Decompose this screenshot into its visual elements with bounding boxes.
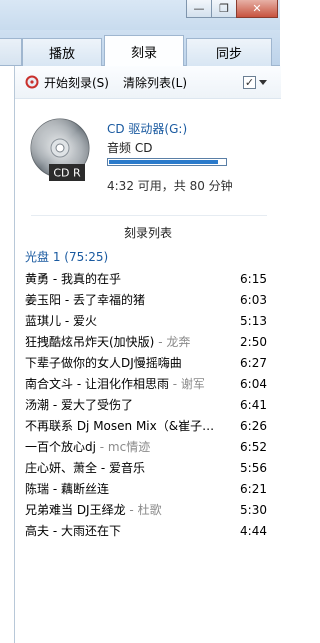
track-row[interactable]: 不再联系 Dj Mosen Mix（&崔子… 6:26 bbox=[25, 416, 269, 437]
track-name: 姜玉阳 - 丢了幸福的猪 bbox=[25, 293, 145, 307]
track-name: 兄弟难当 DJ王绎龙 bbox=[25, 503, 126, 517]
tab-stub[interactable] bbox=[0, 38, 22, 65]
minimize-button[interactable]: — bbox=[186, 0, 212, 18]
burn-list-heading: 刻录列表 bbox=[123, 226, 172, 240]
disc-type: 音频 CD bbox=[107, 141, 153, 155]
track-title: 蓝琪儿 - 爱火 bbox=[25, 311, 97, 332]
track-title: 高夫 - 大雨还在下 bbox=[25, 521, 121, 542]
tab-bar: 播放 刻录 同步 bbox=[0, 30, 280, 66]
track-name: 不再联系 Dj Mosen Mix（&崔子… bbox=[25, 419, 215, 433]
cd-disc-icon: CD R bbox=[30, 118, 90, 181]
title-bar: — ❐ ✕ bbox=[0, 0, 280, 30]
burn-toolbar: 开始刻录(S) 清除列表(L) ✓ bbox=[15, 66, 281, 99]
cd-label-text: CD R bbox=[53, 167, 81, 180]
track-title: 黄勇 - 我真的在乎 bbox=[25, 269, 121, 290]
track-duration: 5:13 bbox=[240, 314, 267, 328]
track-duration: 2:50 bbox=[240, 335, 267, 349]
track-duration: 6:03 bbox=[240, 293, 267, 307]
track-duration: 4:44 bbox=[240, 524, 267, 538]
track-row[interactable]: 高夫 - 大雨还在下 4:44 bbox=[25, 521, 269, 542]
clear-list-button[interactable]: 清除列表(L) bbox=[123, 74, 187, 91]
track-title: 下辈子做你的女人DJ慢摇嗨曲 bbox=[25, 353, 182, 374]
disc-group-header[interactable]: 光盘 1 (75:25) bbox=[25, 248, 108, 265]
capacity-text: 4:32 可用，共 80 分钟 bbox=[107, 179, 233, 193]
tab-burn[interactable]: 刻录 bbox=[104, 35, 184, 66]
chevron-down-icon bbox=[259, 80, 267, 85]
track-name: 庄心妍、萧全 - 爱音乐 bbox=[25, 461, 145, 475]
track-artist: - 杜歌 bbox=[125, 503, 162, 517]
tab-play[interactable]: 播放 bbox=[22, 38, 102, 66]
capacity-bar-fill bbox=[109, 160, 218, 164]
close-button[interactable]: ✕ bbox=[236, 0, 278, 18]
restore-button[interactable]: ❐ bbox=[211, 0, 237, 18]
track-title: 兄弟难当 DJ王绎龙 - 杜歌 bbox=[25, 500, 162, 521]
track-artist: - 谢军 bbox=[168, 377, 205, 391]
track-title: 狂拽酷炫吊炸天(加快版) - 龙奔 bbox=[25, 332, 190, 353]
track-name: 南合文斗 - 让泪化作相思雨 bbox=[25, 377, 169, 391]
track-title: 庄心妍、萧全 - 爱音乐 bbox=[25, 458, 145, 479]
burn-panel: 开始刻录(S) 清除列表(L) ✓ CD R CD 驱动器(G:) 音频 CD … bbox=[14, 66, 281, 643]
track-artist: - mc情迹 bbox=[95, 440, 151, 454]
track-duration: 5:56 bbox=[240, 461, 267, 475]
track-name: 陈瑞 - 藕断丝连 bbox=[25, 482, 109, 496]
track-row[interactable]: 下辈子做你的女人DJ慢摇嗨曲 6:27 bbox=[25, 353, 269, 374]
burn-icon bbox=[25, 75, 39, 89]
track-duration: 5:30 bbox=[240, 503, 267, 517]
track-row[interactable]: 狂拽酷炫吊炸天(加快版) - 龙奔 2:50 bbox=[25, 332, 269, 353]
track-duration: 6:15 bbox=[240, 272, 267, 286]
track-name: 黄勇 - 我真的在乎 bbox=[25, 272, 121, 286]
track-title: 汤潮 - 爱大了受伤了 bbox=[25, 395, 133, 416]
checkbox-icon: ✓ bbox=[243, 76, 256, 89]
track-title: 陈瑞 - 藕断丝连 bbox=[25, 479, 109, 500]
track-row[interactable]: 庄心妍、萧全 - 爱音乐 5:56 bbox=[25, 458, 269, 479]
track-row[interactable]: 陈瑞 - 藕断丝连 6:21 bbox=[25, 479, 269, 500]
track-name: 高夫 - 大雨还在下 bbox=[25, 524, 121, 538]
start-burn-button[interactable]: 开始刻录(S) bbox=[44, 74, 109, 91]
tab-sync[interactable]: 同步 bbox=[186, 38, 272, 66]
track-title: 一百个放心dj - mc情迹 bbox=[25, 437, 150, 458]
track-title: 姜玉阳 - 丢了幸福的猪 bbox=[25, 290, 145, 311]
track-duration: 6:21 bbox=[240, 482, 267, 496]
track-duration: 6:41 bbox=[240, 398, 267, 412]
track-row[interactable]: 兄弟难当 DJ王绎龙 - 杜歌 5:30 bbox=[25, 500, 269, 521]
track-name: 下辈子做你的女人DJ慢摇嗨曲 bbox=[25, 356, 182, 370]
track-name: 狂拽酷炫吊炸天(加快版) bbox=[25, 335, 155, 349]
track-row[interactable]: 黄勇 - 我真的在乎 6:15 bbox=[25, 269, 269, 290]
track-title: 南合文斗 - 让泪化作相思雨 - 谢军 bbox=[25, 374, 205, 395]
track-duration: 6:27 bbox=[240, 356, 267, 370]
track-duration: 6:04 bbox=[240, 377, 267, 391]
divider bbox=[31, 215, 267, 216]
track-list: 黄勇 - 我真的在乎 6:15 姜玉阳 - 丢了幸福的猪 6:03 蓝琪儿 - 爱火 5:… bbox=[25, 269, 269, 542]
track-row[interactable]: 南合文斗 - 让泪化作相思雨 - 谢军 6:04 bbox=[25, 374, 269, 395]
track-row[interactable]: 蓝琪儿 - 爱火 5:13 bbox=[25, 311, 269, 332]
capacity-bar bbox=[107, 158, 227, 166]
track-row[interactable]: 汤潮 - 爱大了受伤了 6:41 bbox=[25, 395, 269, 416]
track-title: 不再联系 Dj Mosen Mix（&崔子… bbox=[25, 416, 214, 437]
track-artist: - 龙奔 bbox=[154, 335, 191, 349]
drive-name: CD 驱动器(G:) bbox=[107, 122, 188, 136]
track-duration: 6:52 bbox=[240, 440, 267, 454]
track-name: 蓝琪儿 - 爱火 bbox=[25, 314, 97, 328]
track-name: 汤潮 - 爱大了受伤了 bbox=[25, 398, 133, 412]
track-row[interactable]: 姜玉阳 - 丢了幸福的猪 6:03 bbox=[25, 290, 269, 311]
window-controls: — ❐ ✕ bbox=[186, 0, 278, 20]
track-name: 一百个放心dj bbox=[25, 440, 96, 454]
track-duration: 6:26 bbox=[240, 419, 267, 433]
track-row[interactable]: 一百个放心dj - mc情迹 6:52 bbox=[25, 437, 269, 458]
list-options-button[interactable]: ✓ bbox=[243, 74, 269, 91]
